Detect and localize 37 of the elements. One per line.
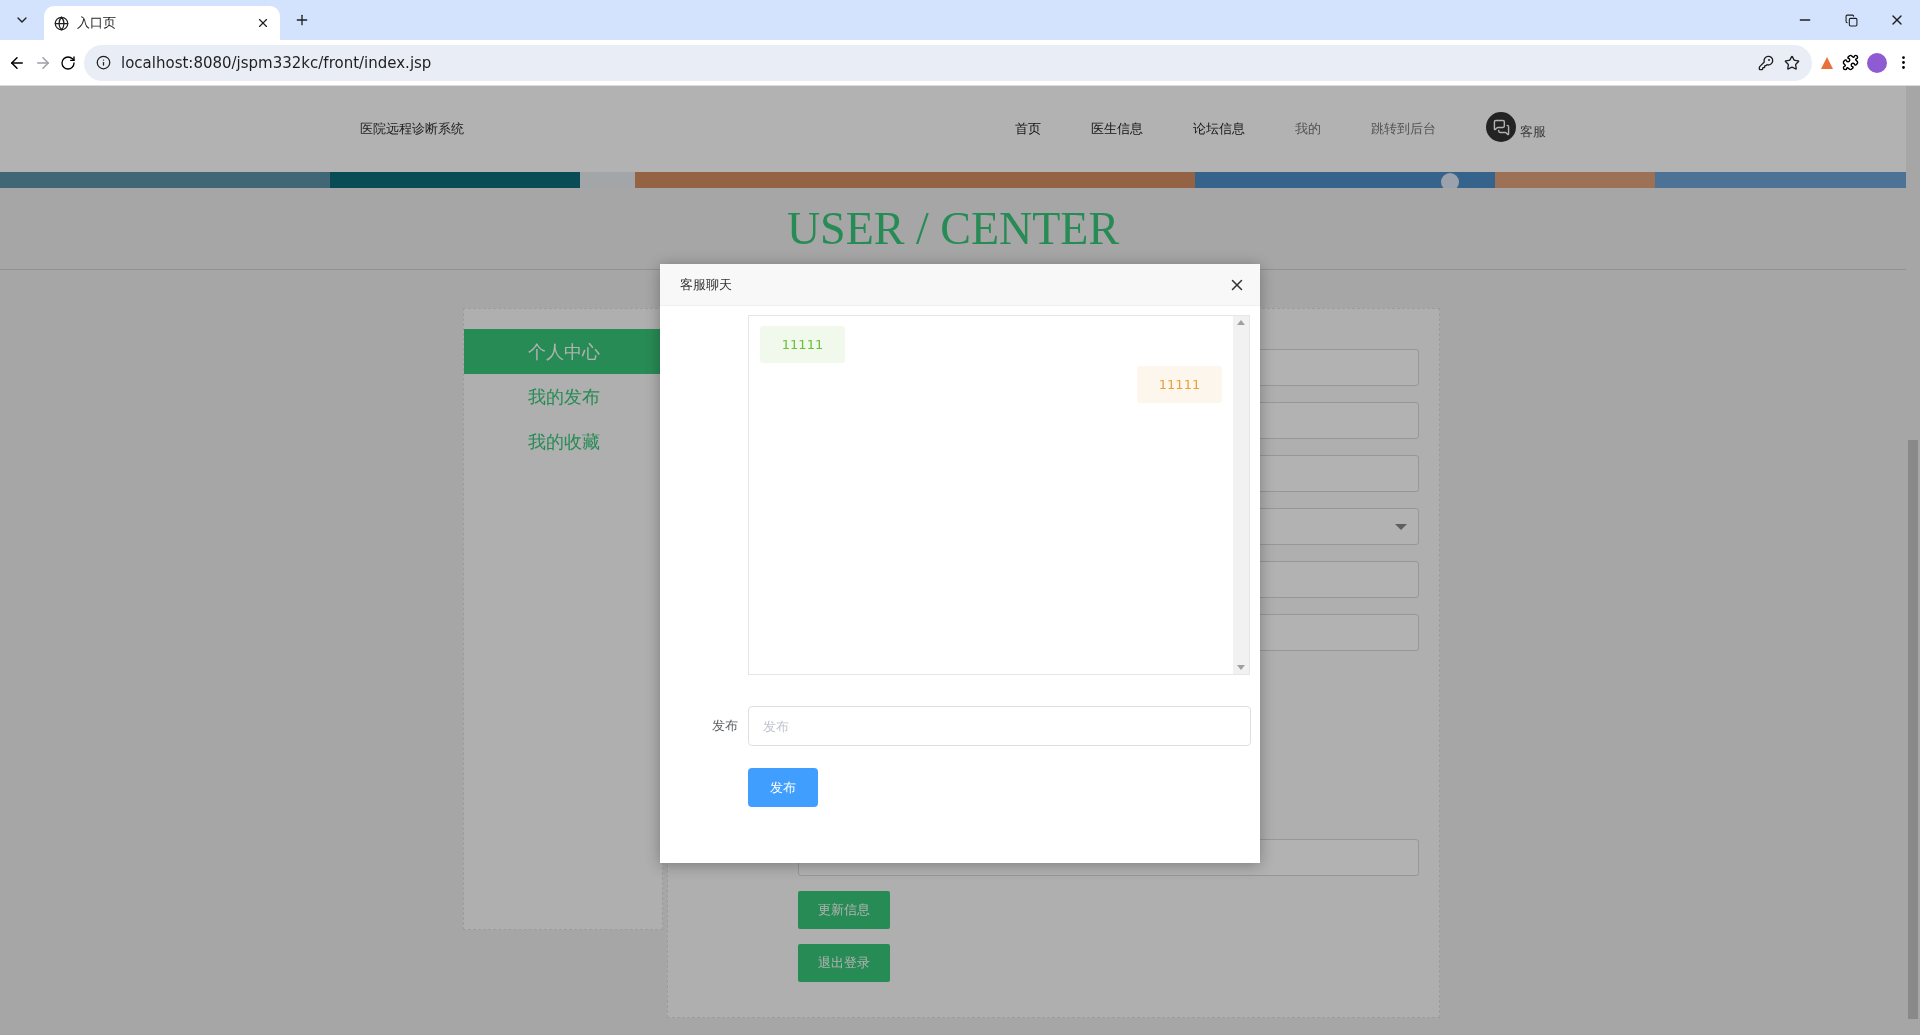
close-tab-icon[interactable] (256, 16, 270, 30)
address-bar[interactable]: localhost:8080/jspm332kc/front/index.jsp (84, 44, 1812, 81)
nav-link[interactable]: 医生信息 (1091, 120, 1143, 138)
url-text: localhost:8080/jspm332kc/front/index.jsp (121, 53, 433, 72)
extension-icon[interactable] (1820, 55, 1834, 70)
reload-icon[interactable] (60, 54, 76, 71)
globe-icon (54, 15, 69, 31)
form-button[interactable]: 更新信息 (798, 891, 890, 929)
page-title: USER / CENTER (786, 204, 1120, 256)
input-label: 发布 (711, 717, 739, 735)
profile-avatar[interactable] (1867, 52, 1887, 73)
nav-link[interactable]: 我的 (1295, 120, 1321, 138)
tab-title: 入口页 (77, 14, 117, 32)
chat-bubbles-icon (1486, 112, 1516, 142)
nav-link[interactable]: 跳转到后台 (1371, 120, 1436, 138)
sidebar-item[interactable]: 我的发布 (464, 374, 662, 419)
info-icon[interactable] (96, 55, 111, 70)
key-icon[interactable] (1758, 54, 1774, 71)
service-label: 客服 (1520, 123, 1546, 141)
customer-service-link[interactable]: 客服 (1486, 116, 1546, 142)
site-brand: 医院远程诊断系统 (360, 120, 464, 138)
sidebar-item[interactable]: 我的收藏 (464, 419, 662, 464)
plus-icon[interactable] (294, 12, 310, 28)
sidebar-item[interactable]: 个人中心 (464, 329, 662, 374)
chat-message: 11111 (760, 326, 845, 363)
message-input[interactable]: 发布 (748, 706, 1251, 746)
nav-link[interactable]: 首页 (1015, 120, 1041, 138)
extensions-icon[interactable] (1842, 54, 1859, 71)
send-button[interactable]: 发布 (748, 768, 818, 807)
chat-message: 11111 (1137, 366, 1222, 403)
dropdown-caret-icon (1394, 522, 1408, 531)
bookmark-star-icon[interactable] (1784, 54, 1800, 71)
browser-tab[interactable]: 入口页 (44, 6, 280, 40)
nav-link[interactable]: 论坛信息 (1193, 120, 1245, 138)
dialog-title: 客服聊天 (680, 275, 732, 294)
form-button[interactable]: 退出登录 (798, 944, 890, 982)
restore-icon[interactable] (1844, 13, 1858, 27)
